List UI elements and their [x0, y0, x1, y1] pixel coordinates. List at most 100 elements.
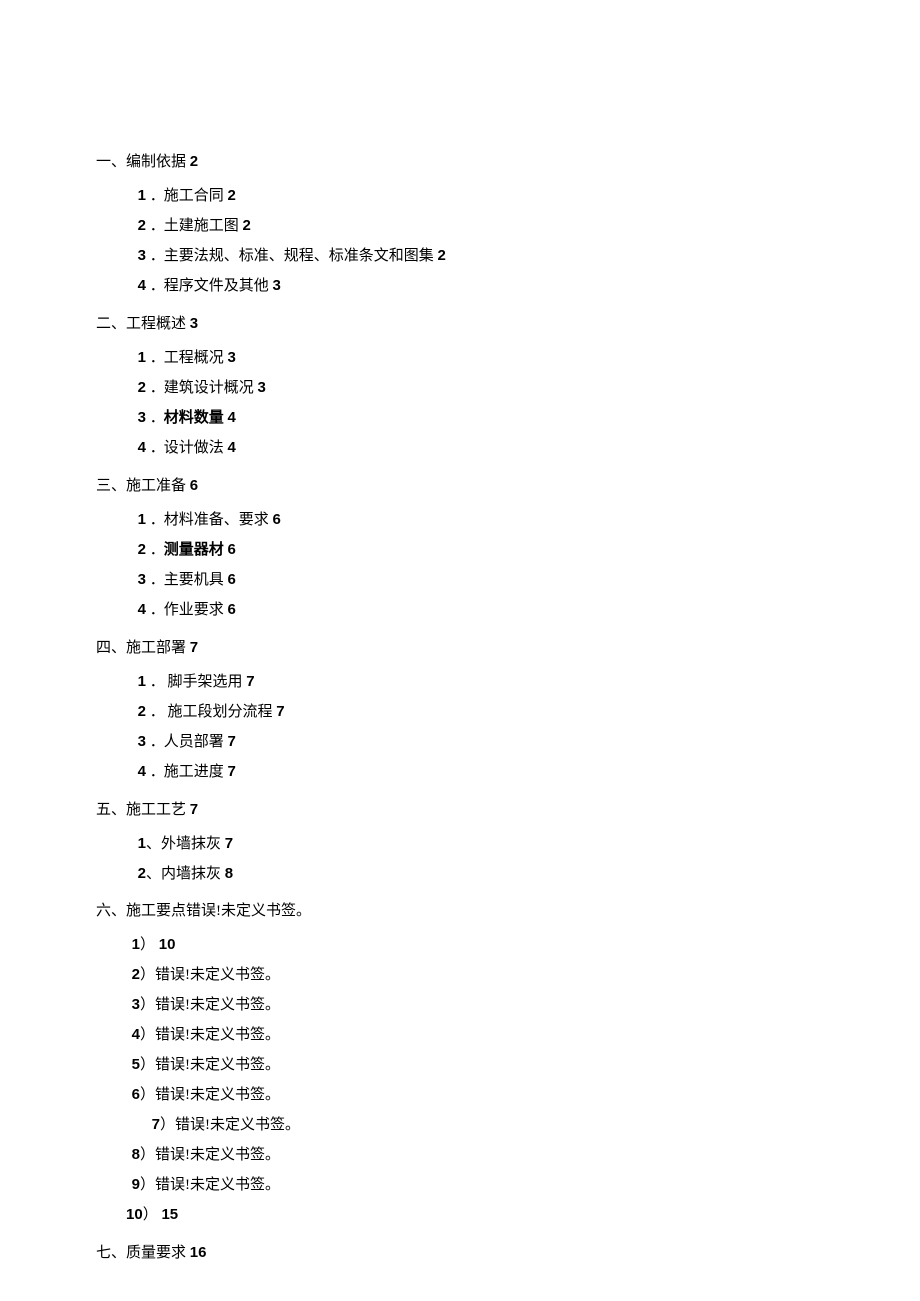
item-page: 4	[228, 439, 236, 456]
item-title: 内墙抹灰	[161, 866, 221, 882]
toc-item: 1 ． 脚手架选用 7	[132, 668, 856, 696]
item-title: 程序文件及其他	[164, 278, 269, 294]
item-num: 2	[132, 212, 146, 239]
item-num: 1	[132, 668, 146, 695]
item-sep: ．	[150, 759, 164, 786]
item-sep: ）	[160, 1117, 175, 1133]
item-sep: ．	[150, 567, 164, 594]
item-sep: 、	[146, 866, 161, 882]
toc-item: 5）错误!未定义书签。	[126, 1051, 856, 1079]
toc-item: 4 ．施工进度 7	[132, 758, 856, 786]
item-sep: ．	[150, 669, 164, 696]
item-title: 人员部署	[164, 734, 224, 750]
toc-heading-2: 二、工程概述 3	[96, 310, 856, 338]
item-num: 1	[126, 931, 140, 958]
item-num: 1	[132, 506, 146, 533]
toc-item: 7）错误!未定义书签。	[126, 1111, 856, 1139]
item-sep: ．	[150, 183, 164, 210]
heading-prefix: 五、	[96, 802, 126, 818]
item-title: 错误!未定义书签。	[155, 1027, 280, 1043]
item-num: 3	[132, 404, 146, 431]
heading-page: 错误!未定义书签。	[186, 903, 311, 919]
item-page: 8	[225, 865, 233, 882]
item-sep: 、	[146, 836, 161, 852]
item-num: 7	[146, 1111, 160, 1138]
item-num: 1	[132, 830, 146, 857]
heading-title: 施工准备	[126, 478, 186, 494]
item-sep: ）	[140, 997, 155, 1013]
heading-prefix: 三、	[96, 478, 126, 494]
toc-item: 2 ．建筑设计概况 3	[132, 374, 856, 402]
toc-subitems-2: 1 ．工程概况 3 2 ．建筑设计概况 3 3 ．材料数量 4 4 ．设计做法 …	[96, 344, 856, 462]
item-num: 2	[132, 374, 146, 401]
item-title: 作业要求	[164, 602, 224, 618]
item-sep: ．	[150, 243, 164, 270]
item-sep: ）	[140, 1177, 155, 1193]
item-num: 3	[132, 728, 146, 755]
item-num: 3	[126, 991, 140, 1018]
item-num: 8	[126, 1141, 140, 1168]
heading-prefix: 四、	[96, 640, 126, 656]
toc-item: 10） 15	[126, 1201, 856, 1229]
item-page: 2	[438, 247, 446, 264]
item-sep: ）	[140, 1147, 155, 1163]
item-sep: ）	[140, 1027, 155, 1043]
item-num: 4	[132, 272, 146, 299]
heading-prefix: 七、	[96, 1245, 126, 1261]
item-sep: ．	[150, 537, 164, 564]
item-page: 6	[228, 601, 236, 618]
item-page: 3	[273, 277, 281, 294]
toc-page: 一、编制依据 2 1 ．施工合同 2 2 ．土建施工图 2 3 ．主要法规、标准…	[0, 0, 856, 1267]
heading-title: 编制依据	[126, 154, 186, 170]
item-num: 10	[126, 1201, 143, 1228]
heading-page: 7	[190, 639, 198, 656]
item-title: 错误!未定义书签。	[175, 1117, 300, 1133]
item-title: 设计做法	[164, 440, 224, 456]
heading-title: 工程概述	[126, 316, 186, 332]
item-sep: ．	[150, 435, 164, 462]
item-page: 6	[228, 541, 236, 558]
item-title: 主要法规、标准、规程、标准条文和图集	[164, 248, 434, 264]
item-sep: ．	[150, 597, 164, 624]
heading-page: 3	[190, 315, 198, 332]
toc-heading-5: 五、施工工艺 7	[96, 796, 856, 824]
toc-item: 3 ．主要法规、标准、规程、标准条文和图集 2	[132, 242, 856, 270]
item-title: 错误!未定义书签。	[155, 997, 280, 1013]
item-title: 材料准备、要求	[164, 512, 269, 528]
heading-page: 2	[190, 153, 198, 170]
item-title: 施工段划分流程	[164, 704, 273, 720]
item-page: 2	[228, 187, 236, 204]
item-page: 7	[228, 733, 236, 750]
toc-item: 2 ． 施工段划分流程 7	[132, 698, 856, 726]
item-num: 2	[132, 698, 146, 725]
item-num: 4	[132, 434, 146, 461]
item-title: 脚手架选用	[164, 674, 243, 690]
item-title: 外墙抹灰	[161, 836, 221, 852]
item-page: 6	[273, 511, 281, 528]
item-num: 2	[132, 860, 146, 887]
item-num: 4	[126, 1021, 140, 1048]
heading-title: 质量要求	[126, 1245, 186, 1261]
toc-item: 3）错误!未定义书签。	[126, 991, 856, 1019]
item-title: 主要机具	[164, 572, 224, 588]
item-title: 错误!未定义书签。	[155, 1177, 280, 1193]
item-sep: ．	[150, 699, 164, 726]
item-title: 错误!未定义书签。	[155, 1147, 280, 1163]
item-page: 3	[258, 379, 266, 396]
item-title: 错误!未定义书签。	[155, 967, 280, 983]
item-page: 2	[243, 217, 251, 234]
item-num: 4	[132, 758, 146, 785]
toc-item: 8）错误!未定义书签。	[126, 1141, 856, 1169]
item-num: 2	[132, 536, 146, 563]
heading-title: 施工部署	[126, 640, 186, 656]
toc-item: 6）错误!未定义书签。	[126, 1081, 856, 1109]
item-sep: ．	[150, 729, 164, 756]
item-title: 材料数量	[164, 409, 224, 426]
item-page: 7	[276, 703, 284, 720]
toc-heading-3: 三、施工准备 6	[96, 472, 856, 500]
item-num: 4	[132, 596, 146, 623]
toc-item: 4 ．作业要求 6	[132, 596, 856, 624]
item-title: 施工进度	[164, 764, 224, 780]
item-num: 3	[132, 566, 146, 593]
toc-heading-1: 一、编制依据 2	[96, 148, 856, 176]
